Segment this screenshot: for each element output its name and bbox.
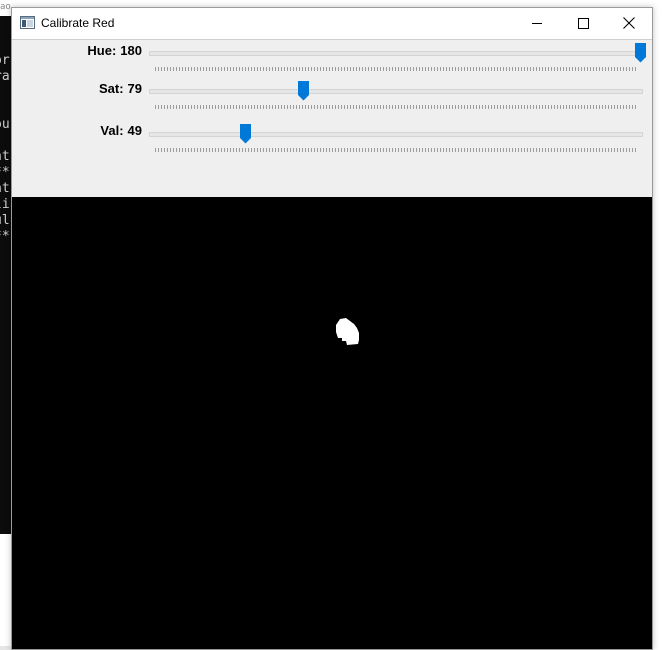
background-console-text: or ra ou nt ** at li ul ** <box>0 53 10 244</box>
sat-slider-thumb[interactable] <box>298 81 310 101</box>
minimize-button[interactable] <box>514 8 560 38</box>
detected-mask-blob <box>336 318 359 345</box>
val-label: Val: 49 <box>12 123 142 138</box>
val-slider-thumb[interactable] <box>239 124 251 144</box>
sat-label: Sat: 79 <box>12 81 142 96</box>
hue-slider-ticks <box>155 67 637 71</box>
maximize-icon <box>577 17 589 29</box>
sat-value: 79 <box>127 81 142 96</box>
mask-image-view <box>12 197 652 649</box>
sat-slider-track <box>149 89 643 94</box>
val-slider-track <box>149 132 643 137</box>
window-app-icon <box>20 16 35 29</box>
val-slider-ticks <box>155 148 637 152</box>
hue-slider[interactable] <box>149 43 646 76</box>
trackbar-panel: Hue: 180 Sat: 79 Val: 49 <box>12 39 652 198</box>
close-button[interactable] <box>606 8 652 38</box>
val-value: 49 <box>127 123 142 138</box>
sat-label-text: Sat: <box>98 81 124 96</box>
hue-slider-thumb[interactable] <box>635 43 646 63</box>
val-slider[interactable] <box>149 124 643 157</box>
title-bar[interactable]: Calibrate Red <box>12 8 652 39</box>
val-label-text: Val: <box>100 123 124 138</box>
window-title: Calibrate Red <box>41 16 115 30</box>
maximize-button[interactable] <box>560 8 606 38</box>
hue-label: Hue: 180 <box>12 43 142 58</box>
sat-slider-ticks <box>155 105 637 109</box>
close-icon <box>623 17 635 29</box>
hue-value: 180 <box>120 43 142 58</box>
calibrate-red-window: Calibrate Red Hue: 180 Sat: 79 Val: 49 <box>11 7 653 650</box>
hue-label-text: Hue: <box>87 43 117 58</box>
sat-slider[interactable] <box>149 81 643 114</box>
hue-slider-track <box>149 51 643 56</box>
minimize-icon <box>531 22 542 24</box>
